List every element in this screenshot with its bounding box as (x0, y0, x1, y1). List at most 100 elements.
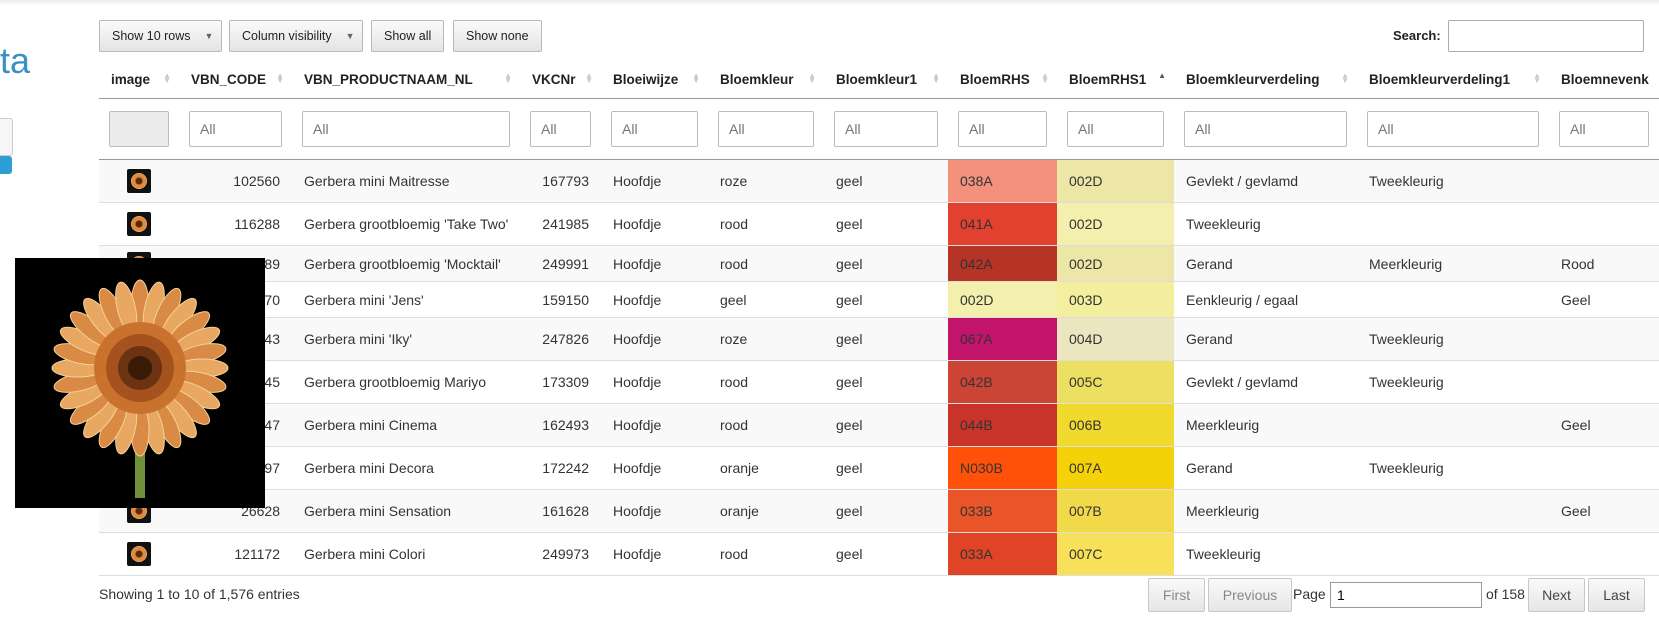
cell-neven (1549, 446, 1659, 490)
cell-kleur: roze (708, 317, 824, 361)
page-number-input[interactable] (1330, 582, 1482, 608)
flower-thumbnail-icon[interactable] (127, 212, 151, 236)
next-page-button[interactable]: Next (1528, 578, 1585, 612)
cell-kleur1: geel (824, 360, 948, 404)
cell-neven: Rood (1549, 245, 1659, 282)
filter-input-bloeiwijze[interactable] (611, 111, 698, 147)
column-header-image[interactable]: image ▲ ▼ (99, 60, 179, 99)
cell-image (99, 159, 179, 203)
filter-cell-verdeling (1174, 98, 1357, 160)
show-none-button[interactable]: Show none (453, 20, 542, 52)
table-row[interactable]: 102560 Gerbera mini Maitresse 167793 Hoofdj… (99, 159, 1659, 203)
table-row[interactable]: 124643Gerbera mini 'Iky'247826Hoofdjeroz… (99, 317, 1659, 361)
filter-input-kleur1[interactable] (834, 111, 938, 147)
table-row[interactable]: 110845Gerbera grootbloemig Mariyo173309H… (99, 360, 1659, 404)
cell-name: Gerbera mini Colori (292, 532, 520, 576)
cell-bloeiwijze: Hoofdje (601, 403, 708, 447)
previous-page-button[interactable]: Previous (1208, 578, 1292, 612)
cell-verdeling1: Tweekleurig (1357, 159, 1549, 203)
cell-kleur1: geel (824, 532, 948, 576)
filter-input-image[interactable] (109, 111, 169, 147)
filter-input-rhs[interactable] (958, 111, 1047, 147)
cell-verdeling: Tweekleurig (1174, 202, 1357, 246)
filter-input-rhs1[interactable] (1067, 111, 1164, 147)
cell-image (99, 202, 179, 246)
first-page-button[interactable]: First (1148, 578, 1205, 612)
cell-neven (1549, 532, 1659, 576)
cell-name: Gerbera grootbloemig Mariyo (292, 360, 520, 404)
cell-verdeling: Gerand (1174, 245, 1357, 282)
flower-thumbnail-icon[interactable] (127, 169, 151, 193)
column-header-label: BloemRHS (960, 71, 1030, 87)
flower-thumbnail-icon[interactable] (127, 542, 151, 566)
cell-verdeling: Gevlekt / gevlamd (1174, 159, 1357, 203)
table-row[interactable]: 121172 Gerbera mini Colori 249973 Hoofdje ro… (99, 532, 1659, 576)
cell-kleur1: geel (824, 446, 948, 490)
cell-vkc: 167793 (520, 159, 601, 203)
search-input[interactable] (1448, 20, 1644, 52)
filter-input-code[interactable] (189, 111, 282, 147)
cell-vkc: 249991 (520, 245, 601, 282)
filter-input-neven[interactable] (1559, 111, 1649, 147)
column-header-verdeling[interactable]: Bloemkleurverdeling ▲ ▼ (1174, 60, 1357, 99)
table-row[interactable]: 107997Gerbera mini Decora172242Hoofdjeor… (99, 446, 1659, 490)
cell-bloeiwijze: Hoofdje (601, 532, 708, 576)
sidebar-button[interactable] (0, 156, 12, 174)
column-visibility-button[interactable]: Column visibility ▼ (229, 20, 363, 52)
cell-verdeling: Tweekleurig (1174, 532, 1357, 576)
column-header-kleur1[interactable]: Bloemkleur1 ▲ ▼ (824, 60, 948, 99)
cell-vkc: 249973 (520, 532, 601, 576)
column-header-verdeling1[interactable]: Bloemkleurverdeling1 ▲ ▼ (1357, 60, 1549, 99)
last-page-button[interactable]: Last (1588, 578, 1645, 612)
rows-per-page-label: Show 10 rows (112, 29, 191, 43)
cell-neven (1549, 159, 1659, 203)
rows-per-page-button[interactable]: Show 10 rows ▼ (99, 20, 222, 52)
table-row[interactable]: 102470Gerbera mini 'Jens'159150Hoofdjege… (99, 281, 1659, 318)
filter-cell-vkc (520, 98, 601, 160)
cell-rhs1: 007C (1057, 532, 1174, 576)
filter-input-kleur[interactable] (718, 111, 814, 147)
show-all-button[interactable]: Show all (371, 20, 444, 52)
cell-kleur: oranje (708, 446, 824, 490)
filter-input-vkc[interactable] (530, 111, 591, 147)
cell-rhs1: 003D (1057, 281, 1174, 318)
cell-name: Gerbera mini Decora (292, 446, 520, 490)
cell-code: 121172 (179, 532, 292, 576)
cell-bloeiwijze: Hoofdje (601, 245, 708, 282)
column-header-kleur[interactable]: Bloemkleur ▲ ▼ (708, 60, 824, 99)
table-row[interactable]: 103847Gerbera mini Cinema162493Hoofdjero… (99, 403, 1659, 447)
cell-bloeiwijze: Hoofdje (601, 202, 708, 246)
cell-bloeiwijze: Hoofdje (601, 317, 708, 361)
column-header-bloeiwijze[interactable]: Bloeiwijze ▲ ▼ (601, 60, 708, 99)
cell-kleur: geel (708, 281, 824, 318)
column-header-label: Bloeiwijze (613, 71, 679, 87)
cell-kleur1: geel (824, 317, 948, 361)
filter-input-name[interactable] (302, 111, 510, 147)
column-header-rhs[interactable]: BloemRHS ▲ ▼ (948, 60, 1057, 99)
filter-cell-code (179, 98, 292, 160)
filter-cell-bloeiwijze (601, 98, 708, 160)
column-header-code[interactable]: VBN_CODE ▲ ▼ (179, 60, 292, 99)
table-row[interactable]: 116288 Gerbera grootbloemig 'Take Two' 241… (99, 202, 1659, 246)
column-header-vkc[interactable]: VKCNr ▲ ▼ (520, 60, 601, 99)
cell-verdeling: Meerkleurig (1174, 489, 1357, 533)
column-header-neven[interactable]: Bloemnevenk (1549, 60, 1659, 99)
cell-rhs1: 005C (1057, 360, 1174, 404)
filter-input-verdeling1[interactable] (1367, 111, 1539, 147)
gerbera-flower-image (15, 258, 265, 508)
column-header-name[interactable]: VBN_PRODUCTNAAM_NL ▲ ▼ (292, 60, 520, 99)
table-row[interactable]: 124189Gerbera grootbloemig 'Mocktail'249… (99, 245, 1659, 282)
cell-kleur: rood (708, 532, 824, 576)
sidebar-control[interactable] (0, 118, 13, 156)
column-header-rhs1[interactable]: BloemRHS1 ▲ (1057, 60, 1174, 99)
cell-verdeling: Meerkleurig (1174, 403, 1357, 447)
cell-neven: Geel (1549, 403, 1659, 447)
cell-vkc: 159150 (520, 281, 601, 318)
table-row[interactable]: 26628 Gerbera mini Sensation 161628 Hoofdje… (99, 489, 1659, 533)
sort-icon: ▲ ▼ (692, 71, 700, 85)
cell-verdeling: Gevlekt / gevlamd (1174, 360, 1357, 404)
cell-name: Gerbera mini Maitresse (292, 159, 520, 203)
cell-verdeling1 (1357, 489, 1549, 533)
cell-rhs: 033A (948, 532, 1057, 576)
filter-input-verdeling[interactable] (1184, 111, 1347, 147)
